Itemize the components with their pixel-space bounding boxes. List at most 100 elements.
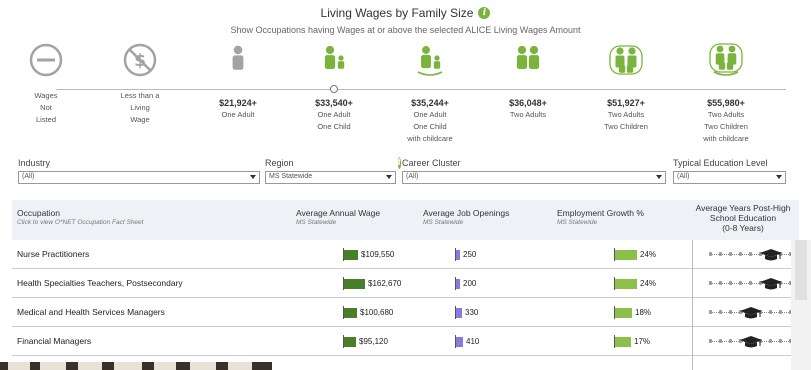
- wage-header-label: Average Annual Wage: [296, 208, 381, 218]
- growth-bar: [615, 278, 637, 289]
- growth-header-label: Employment Growth %: [557, 208, 644, 218]
- occupation-header-sub: Click to view O*NET Occupation Fact Shee…: [17, 219, 144, 226]
- column-header-years[interactable]: Average Years Post-High School Education…: [687, 203, 799, 233]
- year-tick: [719, 281, 722, 285]
- occupation-header-label: Occupation: [17, 208, 60, 218]
- year-tick: [739, 281, 742, 285]
- family-size-label: Living: [130, 103, 150, 112]
- filter-bar: Industry (All) Region i MS Statewide Car…: [16, 157, 796, 187]
- family-size-option[interactable]: $51,927+ Two Adults Two Children: [580, 42, 672, 132]
- column-header-openings[interactable]: Average Job Openings MS Statewide: [423, 208, 509, 226]
- vertical-scrollbar[interactable]: [791, 240, 811, 370]
- family-size-option[interactable]: $36,048+ Two Adults: [482, 42, 574, 120]
- family-size-label: Wage: [130, 115, 150, 124]
- year-tick: [709, 252, 712, 256]
- region-select[interactable]: MS Statewide: [265, 171, 396, 184]
- family-size-option[interactable]: $21,924+ One Adult: [192, 42, 284, 120]
- year-tick: [769, 310, 772, 314]
- industry-select-value: (All): [22, 173, 35, 180]
- column-header-wage[interactable]: Average Annual Wage MS Statewide: [296, 208, 380, 226]
- growth-header-sub: MS Statewide: [557, 219, 598, 226]
- family-size-label: One Child: [317, 122, 351, 131]
- family-size-label: Two Children: [704, 122, 748, 131]
- years-track: [709, 283, 799, 285]
- year-tick: [749, 252, 752, 256]
- year-tick: [779, 339, 782, 343]
- education-select[interactable]: (All): [673, 171, 786, 184]
- wage-bar-cell: $100,680: [343, 306, 393, 319]
- family-childcare-icon: [708, 42, 744, 78]
- wage-value: $95,120: [359, 337, 388, 346]
- career-cluster-filter: Career Cluster (All): [402, 157, 666, 184]
- family-size-label: Not: [40, 103, 52, 112]
- table-body: Nurse Practitioners $109,550 250 24% Hea…: [12, 240, 799, 356]
- education-label: Typical Education Level: [673, 158, 768, 168]
- career-cluster-select[interactable]: (All): [402, 171, 666, 184]
- wage-bar: [344, 249, 358, 260]
- family-size-label: One Adult: [221, 110, 255, 119]
- column-divider: [692, 240, 693, 370]
- occupation-link[interactable]: Nurse Practitioners: [17, 249, 89, 259]
- family-size-option[interactable]: $ Less than a Living Wage: [94, 42, 186, 125]
- family-size-option[interactable]: Wages Not Listed: [0, 42, 92, 125]
- adult-child-icon: [316, 42, 352, 78]
- wage-bar: [344, 278, 365, 289]
- year-tick: [719, 339, 722, 343]
- occupation-link[interactable]: Health Specialties Teachers, Postseconda…: [17, 278, 183, 288]
- year-tick: [749, 281, 752, 285]
- family-size-label: with childcare: [703, 134, 749, 143]
- occupation-link[interactable]: Medical and Health Services Managers: [17, 307, 165, 317]
- year-tick: [739, 252, 742, 256]
- growth-bar-cell: 24%: [614, 277, 656, 290]
- family-size-label: Less than a: [120, 91, 160, 100]
- family-size-label: Listed: [35, 115, 56, 124]
- two-adults-icon: [510, 42, 546, 78]
- growth-bar-cell: 18%: [614, 306, 651, 319]
- region-label-row: Region i: [265, 157, 401, 169]
- wage-threshold: $51,927+: [607, 98, 645, 108]
- column-header-growth[interactable]: Employment Growth % MS Statewide: [557, 208, 644, 226]
- photo-strip: [0, 362, 272, 370]
- wage-threshold: $21,924+: [219, 98, 257, 108]
- column-header-occupation[interactable]: Occupation Click to view O*NET Occupatio…: [17, 208, 143, 226]
- openings-bar-cell: 200: [455, 277, 476, 290]
- year-tick: [729, 310, 732, 314]
- wage-bar-cell: $109,550: [343, 248, 394, 261]
- wage-bar-cell: $162,670: [343, 277, 401, 290]
- industry-select[interactable]: (All): [18, 171, 260, 184]
- selected-marker: [330, 85, 338, 93]
- wage-threshold: $36,048+: [509, 98, 547, 108]
- year-tick: [709, 339, 712, 343]
- family-size-option[interactable]: $35,244+ One Adult One Child with childcare: [384, 42, 476, 144]
- occupation-link[interactable]: Financial Managers: [17, 336, 91, 346]
- industry-filter: Industry (All): [18, 157, 260, 184]
- info-icon[interactable]: i: [478, 7, 491, 19]
- table-row[interactable]: Financial Managers $95,120 410 17%: [12, 327, 799, 356]
- scrollbar-thumb[interactable]: [795, 240, 807, 300]
- chevron-down-icon: [250, 175, 256, 179]
- one-adult-icon: [220, 42, 256, 78]
- page-title-row: Living Wages by Family Size i: [321, 6, 491, 20]
- openings-header-sub: MS Statewide: [423, 219, 464, 226]
- chevron-down-icon: [776, 175, 782, 179]
- chevron-down-icon: [656, 175, 662, 179]
- chevron-down-icon: [386, 175, 392, 179]
- table-row[interactable]: Health Specialties Teachers, Postseconda…: [12, 269, 799, 298]
- family-size-option[interactable]: $55,980+ Two Adults Two Children with child…: [680, 42, 772, 144]
- openings-bar: [456, 336, 463, 347]
- wage-value: $100,680: [360, 308, 394, 317]
- wage-threshold: $33,540+: [315, 98, 353, 108]
- wage-value: $109,550: [361, 250, 395, 259]
- table-row[interactable]: Nurse Practitioners $109,550 250 24%: [12, 240, 799, 269]
- openings-bar: [456, 249, 460, 260]
- education-years-indicator: [709, 248, 799, 262]
- table-row[interactable]: Medical and Health Services Managers $10…: [12, 298, 799, 327]
- info-icon[interactable]: i: [397, 157, 401, 169]
- wage-threshold: $55,980+: [707, 98, 745, 108]
- growth-value: 24%: [640, 279, 657, 288]
- family-size-label: One Adult: [317, 110, 351, 119]
- year-tick: [709, 310, 712, 314]
- industry-label: Industry: [18, 158, 51, 168]
- family-size-label: Wages: [34, 91, 58, 100]
- adult-child-care-icon: [412, 42, 448, 78]
